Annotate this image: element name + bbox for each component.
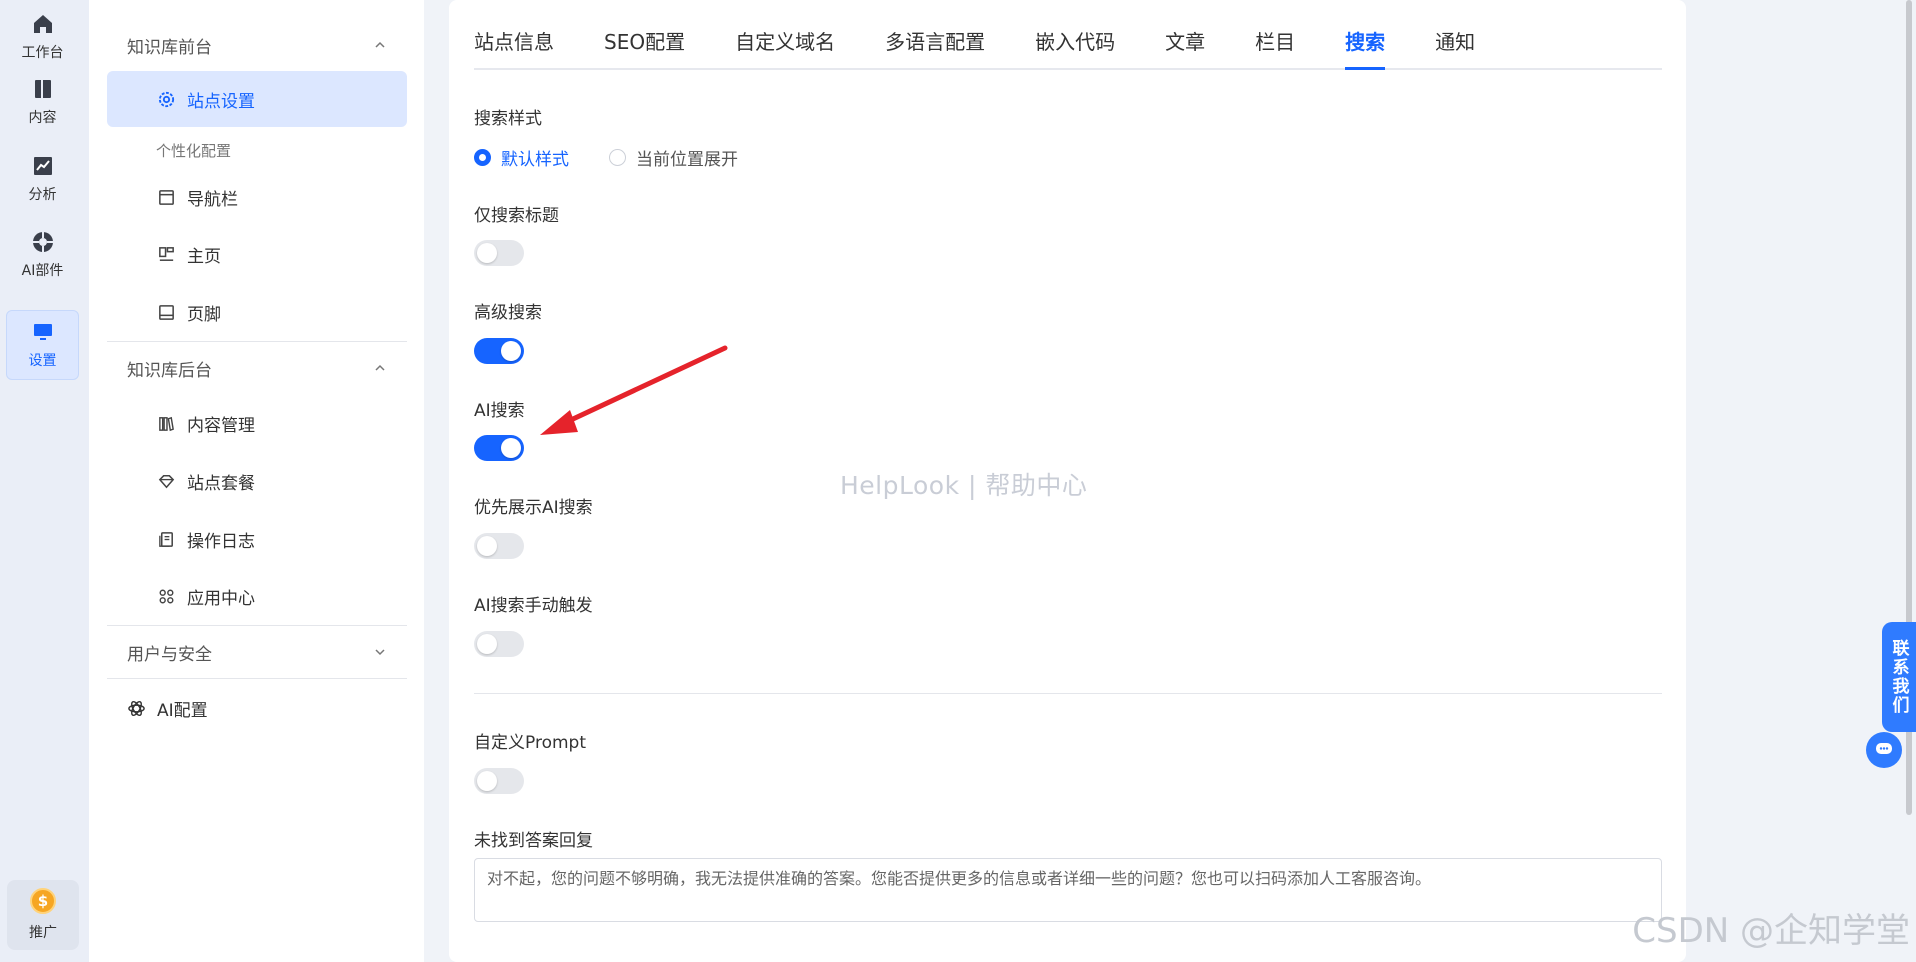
sidebar-item-label: 主页 bbox=[187, 246, 221, 267]
layout-icon bbox=[159, 246, 174, 261]
rail-label-analysis: 分析 bbox=[28, 187, 57, 203]
rail-item-content[interactable]: 内容 bbox=[6, 67, 79, 137]
tab-custom-domain[interactable]: 自定义域名 bbox=[735, 18, 835, 68]
sidebar-item-navbar[interactable]: 导航栏 bbox=[107, 169, 407, 225]
rail-item-analysis[interactable]: 分析 bbox=[6, 144, 79, 214]
footer-icon bbox=[159, 304, 174, 320]
window-icon bbox=[159, 189, 174, 205]
log-icon bbox=[159, 531, 173, 547]
tab-notify[interactable]: 通知 bbox=[1435, 18, 1475, 68]
sidebar-item-label: 应用中心 bbox=[187, 588, 255, 609]
sidebar-item-ai-config[interactable]: AI配置 bbox=[107, 680, 407, 736]
group-user-security[interactable]: 用户与安全 bbox=[107, 638, 407, 666]
atom-icon bbox=[128, 700, 145, 716]
rail-label-settings: 设置 bbox=[28, 353, 57, 369]
divider bbox=[107, 341, 407, 342]
ai-search-label: AI搜索 bbox=[474, 401, 525, 421]
divider bbox=[107, 625, 407, 626]
book-icon bbox=[34, 80, 51, 98]
diamond-icon bbox=[158, 474, 175, 488]
home-icon bbox=[33, 15, 52, 33]
section-divider bbox=[474, 693, 1662, 694]
chevron-up-icon bbox=[375, 41, 385, 48]
coin-icon: $ bbox=[30, 888, 56, 914]
sidebar-item-homepage[interactable]: 主页 bbox=[107, 226, 407, 282]
group-frontend-title: 知识库前台 bbox=[127, 37, 212, 58]
icon-rail: 工作台 内容 分析 AI部件 设置 $ 推广 bbox=[0, 0, 89, 962]
ai-search-toggle[interactable] bbox=[474, 435, 524, 461]
sidebar-item-app-center[interactable]: 应用中心 bbox=[107, 568, 407, 624]
ai-manual-label: AI搜索手动触发 bbox=[474, 596, 593, 616]
tab-columns[interactable]: 栏目 bbox=[1255, 18, 1295, 68]
radio-default-label[interactable]: 默认样式 bbox=[501, 145, 569, 170]
rail-label-workbench: 工作台 bbox=[21, 45, 64, 61]
radio-expand-label[interactable]: 当前位置展开 bbox=[636, 145, 738, 170]
promo-button[interactable]: $ 推广 bbox=[7, 880, 79, 950]
annotation-arrow bbox=[540, 345, 728, 435]
promo-label: 推广 bbox=[29, 925, 57, 941]
tab-embed-code[interactable]: 嵌入代码 bbox=[1035, 18, 1115, 68]
no-answer-label: 未找到答案回复 bbox=[474, 831, 593, 851]
chevron-up-icon bbox=[375, 364, 385, 371]
sidebar: 知识库前台 站点设置 个性化配置 导航栏 主页 页脚 知识库后台 内容管理 站点… bbox=[89, 0, 424, 962]
radio-default-style[interactable] bbox=[474, 149, 491, 166]
main-panel: 站点信息 SEO配置 自定义域名 多语言配置 嵌入代码 文章 栏目 搜索 通知 … bbox=[449, 0, 1686, 962]
sidebar-item-label: 操作日志 bbox=[187, 531, 255, 552]
custom-prompt-label: 自定义Prompt bbox=[474, 733, 586, 753]
chart-icon bbox=[33, 157, 52, 175]
divider bbox=[107, 678, 407, 679]
sidebar-item-site-settings[interactable]: 站点设置 bbox=[107, 71, 407, 127]
sidebar-item-label: 站点设置 bbox=[187, 91, 255, 112]
tab-multilang[interactable]: 多语言配置 bbox=[885, 18, 985, 68]
gear-icon bbox=[158, 91, 175, 107]
rail-item-ai-widget[interactable]: AI部件 bbox=[6, 220, 79, 290]
advanced-search-label: 高级搜索 bbox=[474, 303, 542, 323]
sidebar-item-content-mgmt[interactable]: 内容管理 bbox=[107, 395, 407, 451]
sidebar-item-label: 页脚 bbox=[187, 304, 221, 325]
title-only-label: 仅搜索标题 bbox=[474, 206, 559, 226]
tab-seo[interactable]: SEO配置 bbox=[604, 18, 685, 68]
sidebar-item-label: AI配置 bbox=[157, 700, 208, 721]
tab-articles[interactable]: 文章 bbox=[1165, 18, 1205, 68]
contact-us-button[interactable]: 联系我们 bbox=[1882, 622, 1916, 732]
sidebar-item-label: 内容管理 bbox=[187, 415, 255, 436]
rail-label-content: 内容 bbox=[28, 110, 57, 126]
sidebar-item-label: 站点套餐 bbox=[187, 473, 255, 494]
sidebar-item-footer[interactable]: 页脚 bbox=[107, 284, 407, 340]
rail-label-ai-widget: AI部件 bbox=[21, 263, 64, 279]
no-answer-textarea[interactable]: 对不起，您的问题不够明确，我无法提供准确的答案。您能否提供更多的信息或者详细一些… bbox=[474, 858, 1662, 922]
group-backend-title: 知识库后台 bbox=[127, 360, 212, 381]
chat-bubble-icon[interactable] bbox=[1866, 732, 1902, 768]
group-backend[interactable]: 知识库后台 bbox=[107, 354, 407, 382]
ai-widget-icon bbox=[32, 232, 53, 252]
tab-search[interactable]: 搜索 bbox=[1345, 18, 1386, 70]
rail-item-settings[interactable]: 设置 bbox=[6, 310, 79, 380]
apps-icon bbox=[159, 589, 174, 603]
chevron-down-icon bbox=[375, 649, 385, 656]
sidebar-item-op-log[interactable]: 操作日志 bbox=[107, 511, 407, 567]
search-style-radio-group: 默认样式 当前位置展开 bbox=[474, 145, 778, 170]
tab-site-info[interactable]: 站点信息 bbox=[474, 18, 554, 68]
csdn-watermark: CSDN @企知学堂 bbox=[1632, 911, 1910, 951]
rail-item-workbench[interactable]: 工作台 bbox=[6, 2, 79, 72]
radio-expand-in-place[interactable] bbox=[609, 149, 626, 166]
sidebar-item-site-plan[interactable]: 站点套餐 bbox=[107, 453, 407, 509]
search-style-label: 搜索样式 bbox=[474, 109, 542, 129]
helplook-watermark: HelpLook | 帮助中心 bbox=[840, 471, 1088, 500]
prefer-ai-label: 优先展示AI搜索 bbox=[474, 498, 593, 518]
personalize-label: 个性化配置 bbox=[156, 142, 232, 160]
prefer-ai-toggle[interactable] bbox=[474, 533, 524, 559]
tab-bar: 站点信息 SEO配置 自定义域名 多语言配置 嵌入代码 文章 栏目 搜索 通知 bbox=[474, 18, 1662, 70]
sidebar-item-label: 导航栏 bbox=[187, 189, 238, 210]
ai-manual-toggle[interactable] bbox=[474, 631, 524, 657]
custom-prompt-toggle[interactable] bbox=[474, 768, 524, 794]
advanced-search-toggle[interactable] bbox=[474, 338, 524, 364]
group-user-security-title: 用户与安全 bbox=[127, 644, 212, 665]
title-only-toggle[interactable] bbox=[474, 240, 524, 266]
library-icon bbox=[159, 416, 174, 431]
monitor-icon bbox=[33, 324, 52, 340]
group-frontend[interactable]: 知识库前台 bbox=[107, 31, 407, 59]
